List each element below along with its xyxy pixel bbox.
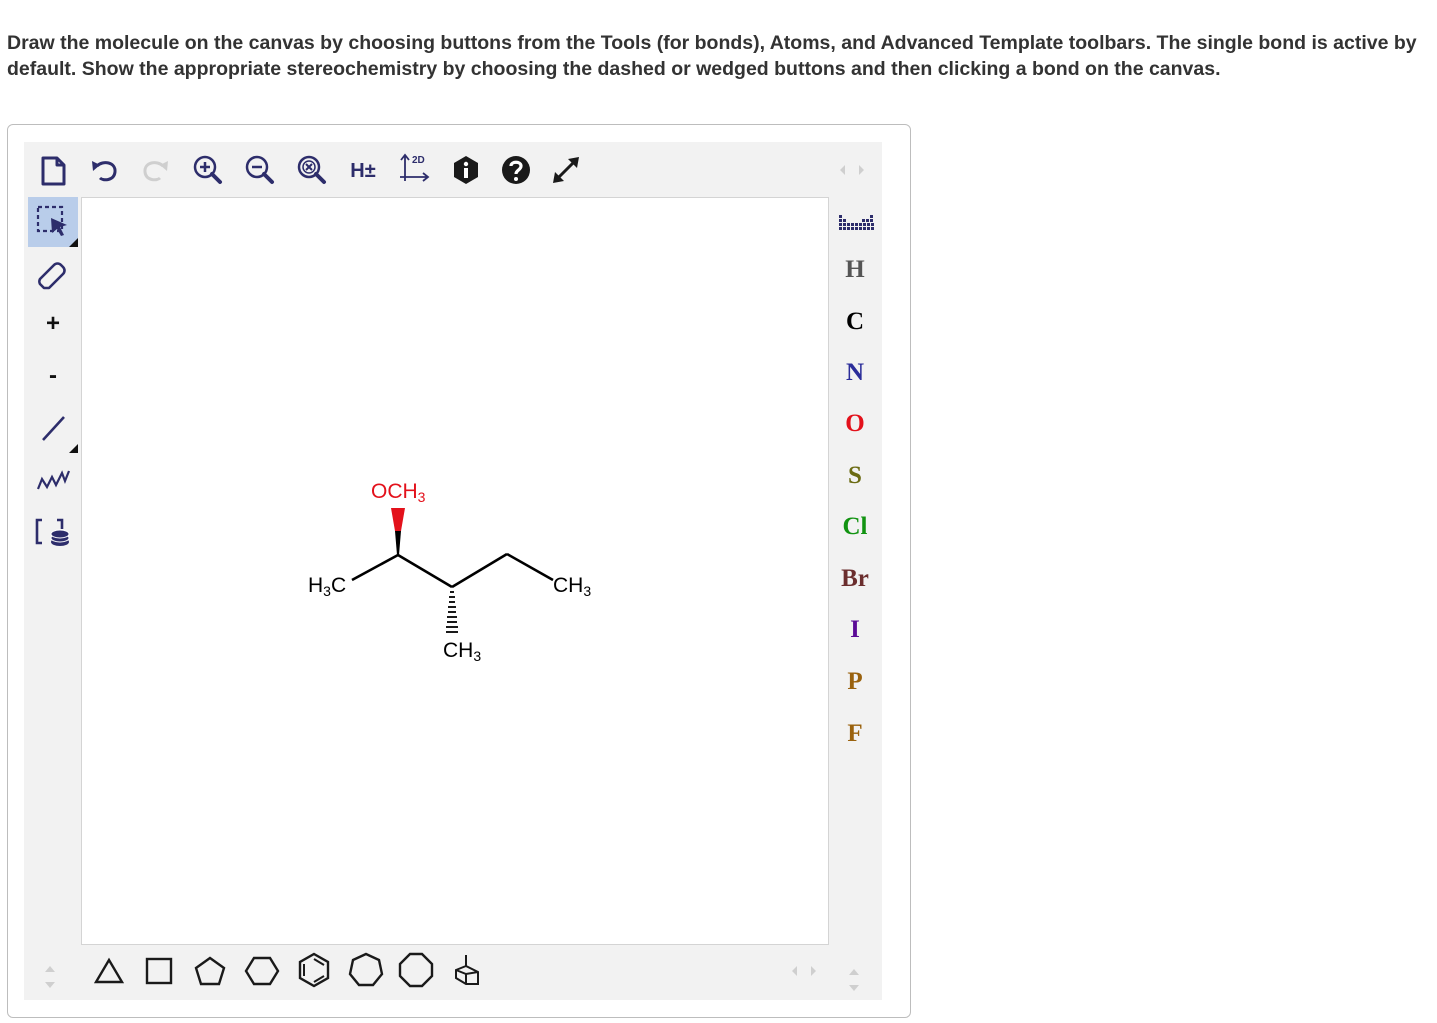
wedge-bond-red bbox=[391, 508, 405, 531]
atom-label-ch3-right[interactable]: CH3 bbox=[553, 574, 591, 599]
ch3-down-main: CH bbox=[443, 639, 474, 662]
h3c-pre: H bbox=[308, 574, 324, 597]
atom-button-cl[interactable]: Cl bbox=[828, 505, 882, 549]
benzene-icon[interactable] bbox=[294, 949, 334, 991]
ch3-down-sub: 3 bbox=[473, 648, 482, 664]
heptagon-icon[interactable] bbox=[346, 949, 386, 991]
right-bottom-scroll-arrows[interactable] bbox=[842, 960, 866, 1000]
molecule-structure bbox=[351, 508, 554, 633]
atom-button-c[interactable]: C bbox=[828, 300, 882, 344]
atom-button-i[interactable]: I bbox=[828, 608, 882, 652]
octagon-icon[interactable] bbox=[396, 949, 436, 991]
wedge-bond-black bbox=[395, 531, 401, 555]
ch3-right-main: CH bbox=[553, 574, 584, 597]
bicyclic-icon[interactable] bbox=[448, 949, 488, 991]
molecule-bonds bbox=[351, 508, 554, 633]
h3c-post: C bbox=[330, 574, 347, 597]
atom-button-h[interactable]: H bbox=[828, 248, 882, 292]
hexagon-icon[interactable] bbox=[242, 951, 282, 991]
atom-button-o[interactable]: O bbox=[828, 402, 882, 446]
pentagon-icon[interactable] bbox=[190, 951, 230, 991]
bond-h3c-c2 bbox=[351, 553, 399, 582]
atom-button-s[interactable]: S bbox=[828, 454, 882, 498]
atoms-toolbar: H C N O S Cl Br I P F bbox=[828, 142, 882, 1000]
triangle-icon[interactable] bbox=[90, 951, 128, 991]
ch3-right-sub: 3 bbox=[583, 583, 592, 599]
bond-c3-c4 bbox=[451, 552, 508, 589]
bond-c2-c3 bbox=[397, 553, 453, 589]
atom-label-och3[interactable]: OCH3 bbox=[371, 480, 425, 505]
atom-button-p[interactable]: P bbox=[828, 660, 882, 704]
bond-c4-ch3 bbox=[506, 552, 554, 582]
bottom-scroll-arrows[interactable] bbox=[784, 959, 824, 983]
square-icon[interactable] bbox=[140, 951, 178, 991]
h3c-sub: 3 bbox=[323, 583, 331, 599]
periodic-table-icon[interactable] bbox=[832, 204, 880, 240]
atom-button-n[interactable]: N bbox=[828, 351, 882, 395]
template-toolbar bbox=[24, 943, 830, 1000]
atom-label-h3c[interactable]: H3C bbox=[308, 574, 346, 599]
hashed-bond bbox=[446, 591, 458, 633]
atom-button-f[interactable]: F bbox=[828, 712, 882, 756]
och3-main: OCH bbox=[371, 480, 418, 503]
atom-label-ch3-down[interactable]: CH3 bbox=[443, 639, 481, 664]
atom-button-br[interactable]: Br bbox=[828, 557, 882, 601]
och3-sub: 3 bbox=[417, 489, 426, 505]
